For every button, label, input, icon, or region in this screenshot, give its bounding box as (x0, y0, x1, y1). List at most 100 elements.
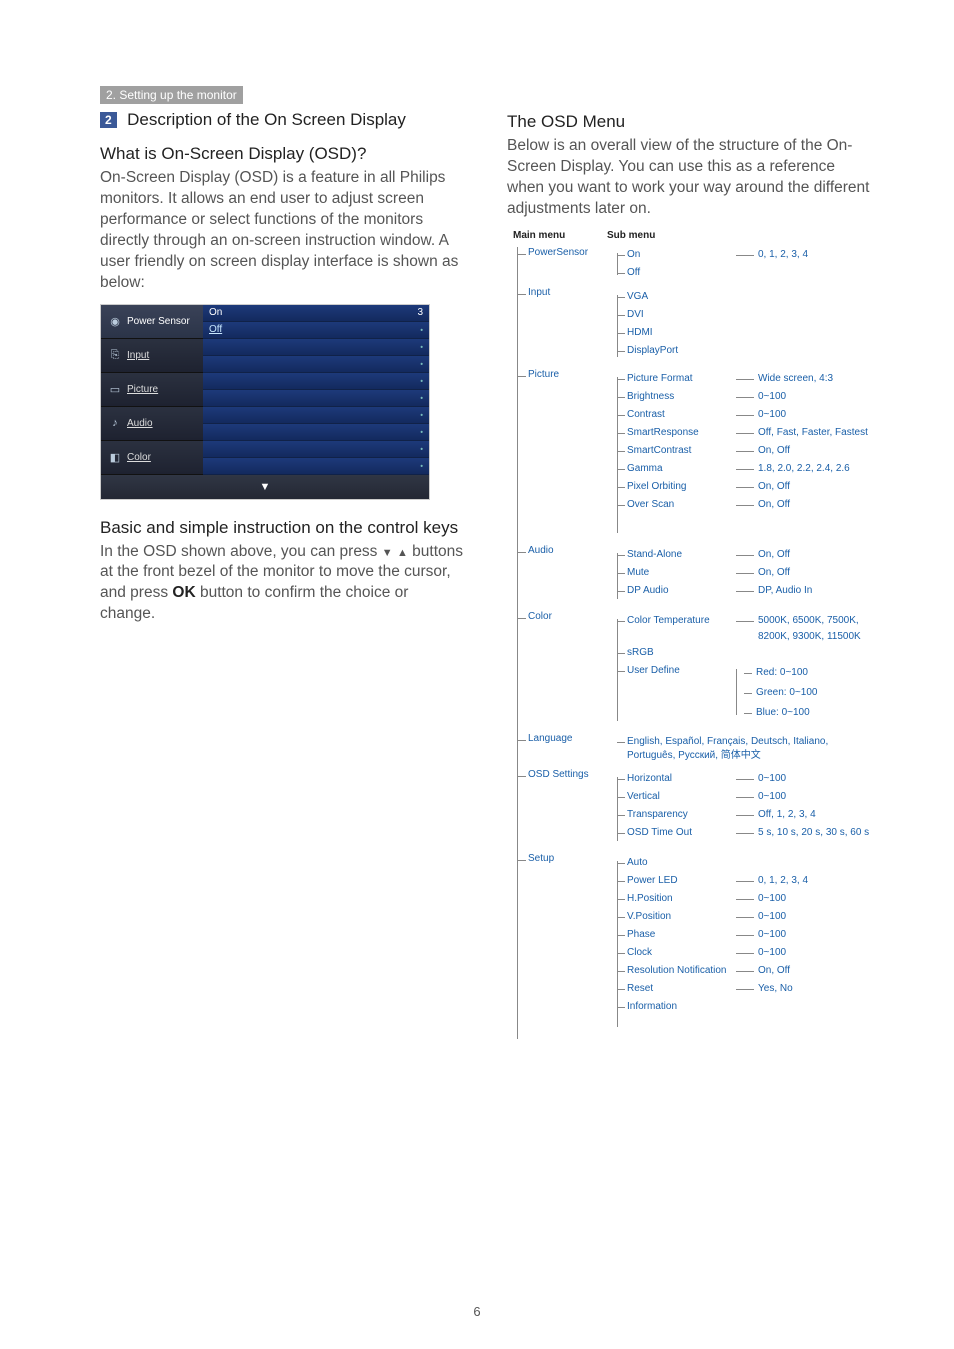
tree-sub-label: DVI (627, 307, 732, 323)
audio-icon: ♪ (107, 415, 123, 431)
tree-sub-item: OSD Time Out5 s, 10 s, 20 s, 30 s, 60 s (627, 825, 874, 843)
tree-sub-value: Off, Fast, Faster, Fastest (736, 425, 874, 441)
tree-sub-item: Color Temperature5000K, 6500K, 7500K, 82… (627, 613, 874, 645)
heading-osd-menu: The OSD Menu (507, 112, 874, 132)
osd-panel-screenshot: ◉ Power Sensor On 3 Off • (100, 304, 430, 500)
paragraph-osd-desc: On-Screen Display (OSD) is a feature in … (100, 168, 467, 294)
tree-sub-item: H.Position0~100 (627, 891, 874, 909)
tree-sub-item: DisplayPort (627, 343, 874, 361)
tree-sub-item: Picture FormatWide screen, 4:3 (627, 371, 874, 389)
dot-icon: • (420, 325, 423, 334)
osd-value-number: 3 (417, 307, 423, 318)
tree-sub-item: SmartContrastOn, Off (627, 443, 874, 461)
osd-menu-label: Picture (127, 384, 158, 395)
tree-main-item: PowerSensor (518, 247, 588, 262)
tree-sub-label: SmartResponse (627, 425, 732, 441)
tree-sub-item: Information (627, 999, 874, 1017)
tree-sub-label: Picture Format (627, 371, 732, 387)
paragraph-osd-menu: Below is an overall view of the structur… (507, 136, 874, 220)
osd-menu-picture: ▭ Picture (101, 373, 203, 407)
tree-subgroup: Picture FormatWide screen, 4:3Brightness… (617, 371, 874, 541)
osd-menu-label: Input (127, 350, 149, 361)
tree-sub-value-stack: Red: 0~100Green: 0~100Blue: 0~100 (736, 663, 874, 723)
tree-sub-label: Vertical (627, 789, 732, 805)
tree-sub-item: sRGB (627, 645, 874, 663)
tree-sub-label: Power LED (627, 873, 732, 889)
tree-sub-item: Vertical0~100 (627, 789, 874, 807)
osd-menu-audio: ♪ Audio (101, 407, 203, 441)
tree-sub-value: 0, 1, 2, 3, 4 (736, 247, 874, 263)
tree-sub-item: User DefineRed: 0~100Green: 0~100Blue: 0… (627, 663, 874, 723)
up-triangle-icon: ▲ (397, 547, 408, 559)
tree-language-list: English, Español, Français, Deutsch, Ita… (627, 735, 874, 763)
tree-main-item: Color (518, 611, 552, 626)
tree-subgroup: English, Español, Français, Deutsch, Ita… (617, 735, 874, 765)
osd-value-on: On 3 (203, 305, 429, 322)
tree-sub-value: On, Off (736, 565, 874, 581)
tree-main-item: Audio (518, 545, 554, 560)
dot-icon: • (420, 359, 423, 368)
tree-sub-item: Phase0~100 (627, 927, 874, 945)
tree-sub-label: Resolution Notification (627, 963, 732, 979)
tree-sub-value: 0~100 (736, 945, 874, 961)
tree-subgroup: Color Temperature5000K, 6500K, 7500K, 82… (617, 613, 874, 729)
tree-sub-label: User Define (627, 663, 732, 679)
tree-sub-item: DP AudioDP, Audio In (627, 583, 874, 601)
tree-sub-value: 0~100 (736, 771, 874, 787)
tree-header-sub: Sub menu (607, 230, 874, 241)
section-number-badge: 2 (100, 112, 117, 128)
tree-sub-item: DVI (627, 307, 874, 325)
osd-menu-label: Color (127, 452, 151, 463)
tree-main-item: Setup (518, 853, 554, 868)
tree-sub-label: Horizontal (627, 771, 732, 787)
tree-sub-label: Stand-Alone (627, 547, 732, 563)
tree-sub-item: Power LED0, 1, 2, 3, 4 (627, 873, 874, 891)
tree-sub-item: SmartResponseOff, Fast, Faster, Fastest (627, 425, 874, 443)
tree-sub-label: Pixel Orbiting (627, 479, 732, 495)
tree-sub-label: Color Temperature (627, 613, 732, 629)
power-sensor-icon: ◉ (107, 313, 123, 329)
tree-sub-item: Resolution NotificationOn, Off (627, 963, 874, 981)
osd-menu-label: Power Sensor (127, 316, 190, 327)
tree-sub-value: 0~100 (736, 407, 874, 423)
down-triangle-icon: ▼ (382, 547, 393, 559)
tree-sub-label: H.Position (627, 891, 732, 907)
tree-stack-item: Red: 0~100 (748, 663, 874, 683)
tree-subgroup: Stand-AloneOn, OffMuteOn, OffDP AudioDP,… (617, 547, 874, 607)
color-icon: ◧ (107, 449, 123, 465)
osd-menu-label: Audio (127, 418, 153, 429)
tree-sub-label: Phase (627, 927, 732, 943)
tree-main-item: Language (518, 733, 573, 748)
breadcrumb: 2. Setting up the monitor (100, 86, 243, 104)
osd-menu-tree: Main menu Sub menu PowerSensorInputPictu… (507, 230, 874, 1041)
dot-icon: • (420, 427, 423, 436)
dot-icon: • (420, 393, 423, 402)
dot-icon: • (420, 410, 423, 419)
tree-sub-item: Off (627, 265, 874, 283)
tree-subgroup: AutoPower LED0, 1, 2, 3, 4H.Position0~10… (617, 855, 874, 1035)
text-fragment: In the OSD shown above, you can press (100, 543, 382, 560)
osd-menu-input: ⎘ Input (101, 339, 203, 373)
tree-main-item: OSD Settings (518, 769, 589, 784)
osd-off-label: Off (209, 324, 222, 335)
tree-sub-value: On, Off (736, 963, 874, 979)
tree-sub-item: MuteOn, Off (627, 565, 874, 583)
tree-sub-item: Over ScanOn, Off (627, 497, 874, 515)
tree-sub-item: Gamma1.8, 2.0, 2.2, 2.4, 2.6 (627, 461, 874, 479)
tree-sub-item: VGA (627, 289, 874, 307)
heading-basic-instruction: Basic and simple instruction on the cont… (100, 518, 467, 538)
tree-sub-label: Auto (627, 855, 732, 871)
input-icon: ⎘ (107, 347, 123, 363)
tree-sub-label: SmartContrast (627, 443, 732, 459)
tree-sub-label: Over Scan (627, 497, 732, 513)
tree-sub-item: Horizontal0~100 (627, 771, 874, 789)
tree-header-main: Main menu (507, 230, 607, 241)
section-title: Description of the On Screen Display (127, 110, 406, 129)
tree-sub-item: Contrast0~100 (627, 407, 874, 425)
tree-sub-label: Mute (627, 565, 732, 581)
tree-sub-label: VGA (627, 289, 732, 305)
tree-sub-label: On (627, 247, 732, 263)
tree-sub-label: Contrast (627, 407, 732, 423)
tree-sub-item: On0, 1, 2, 3, 4 (627, 247, 874, 265)
tree-sub-label: Information (627, 999, 732, 1015)
